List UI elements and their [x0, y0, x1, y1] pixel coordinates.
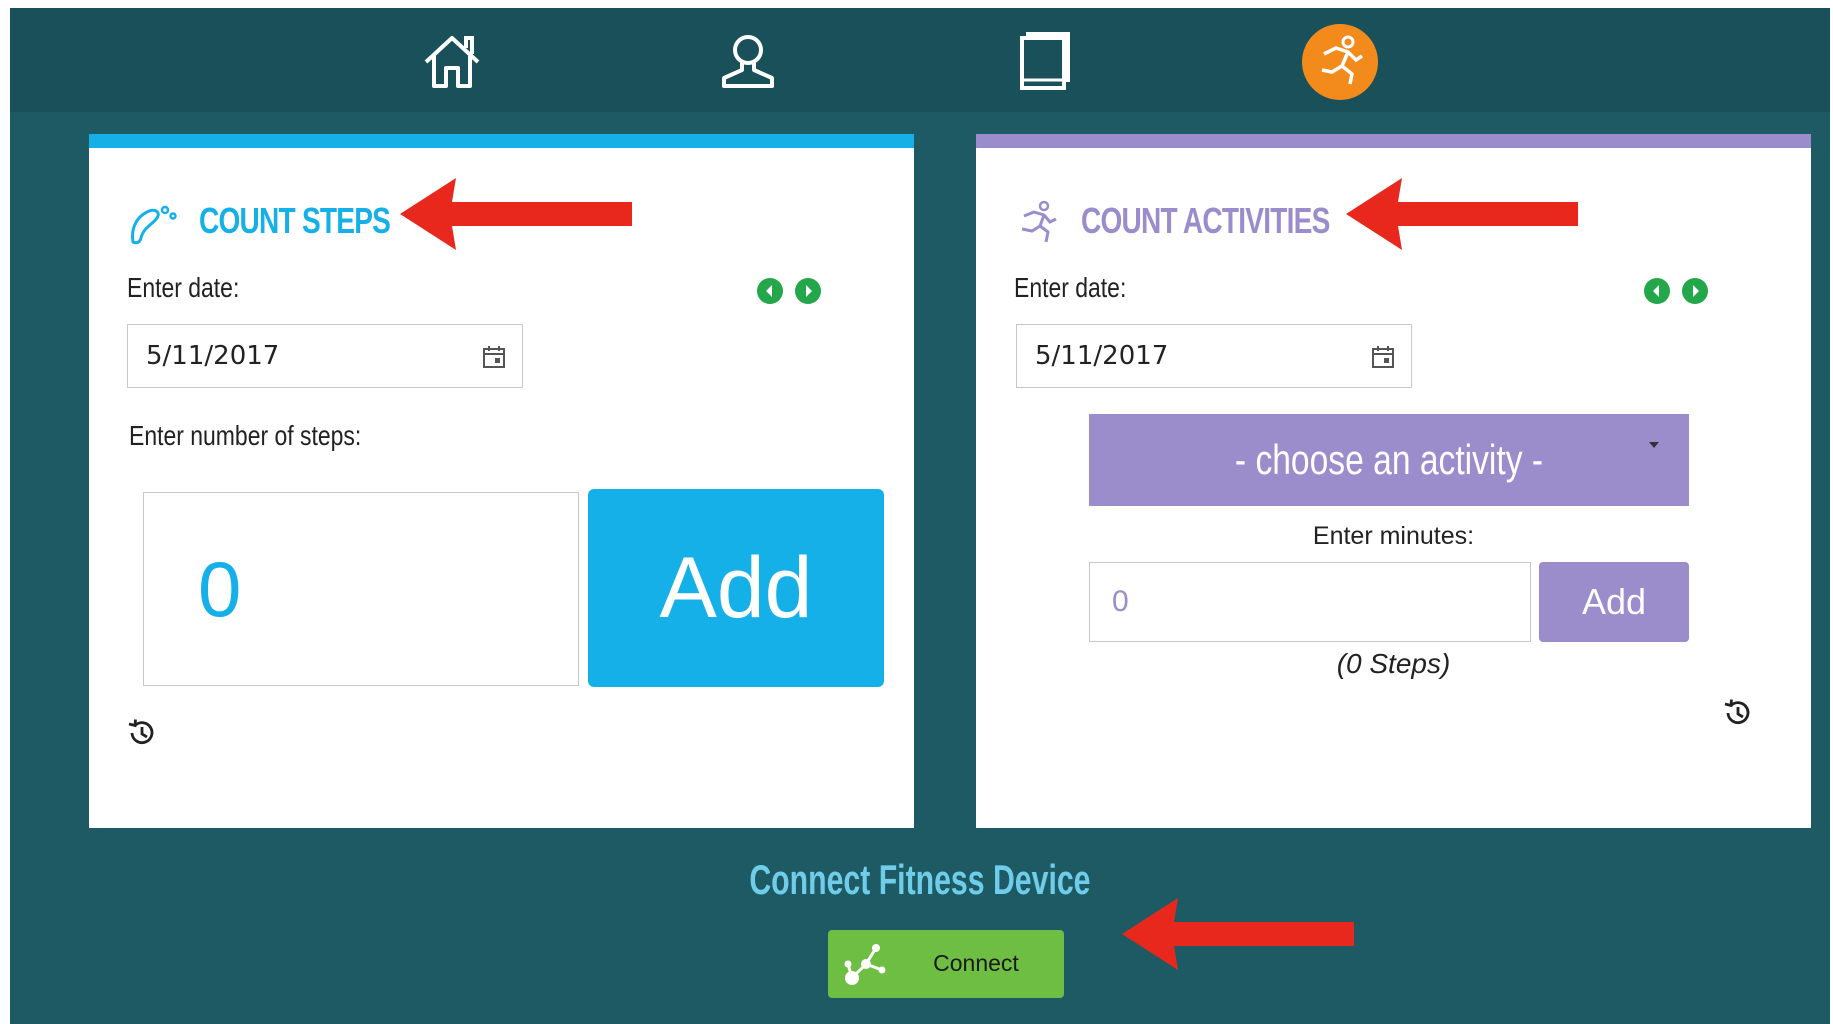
card-title: COUNT STEPS: [199, 200, 391, 241]
date-input[interactable]: [127, 324, 523, 388]
activity-select[interactable]: - choose an activity -: [1089, 414, 1689, 506]
connect-fitness-title-text: Connect Fitness Device: [749, 856, 1091, 903]
runner-icon: [1021, 200, 1057, 243]
footprint-icon: [131, 205, 177, 245]
home-icon: [424, 36, 480, 88]
add-activity-button[interactable]: Add: [1539, 562, 1689, 642]
history-icon[interactable]: [125, 716, 159, 750]
connect-button-label: Connect: [933, 950, 1019, 976]
steps-label: Enter number of steps:: [129, 420, 362, 451]
arrow-left-icon: [1653, 285, 1659, 297]
top-navigation: [10, 8, 1830, 112]
calendar-icon[interactable]: [481, 344, 507, 370]
date-label: Enter date:: [127, 272, 240, 303]
arrow-right-icon: [806, 285, 812, 297]
user-icon: [722, 35, 774, 88]
steps-equivalent-note: (0 Steps): [1336, 648, 1451, 679]
app-window: COUNT STEPS Enter date: Enter number of …: [10, 8, 1830, 1024]
date-input[interactable]: [1016, 324, 1412, 388]
activity-select-value: - choose an activity -: [1234, 436, 1544, 483]
add-steps-button[interactable]: Add: [588, 489, 884, 687]
nav-profile-button[interactable]: [708, 22, 788, 102]
connect-button[interactable]: Connect: [828, 930, 1064, 998]
steps-input[interactable]: [143, 492, 579, 686]
network-icon: [844, 944, 886, 985]
arrow-right-icon: [1693, 285, 1699, 297]
previous-day-button[interactable]: [757, 278, 783, 304]
date-nav-arrows: [757, 278, 821, 308]
minutes-label: Enter minutes:: [1312, 522, 1475, 550]
nav-activity-button[interactable]: [1300, 22, 1380, 102]
annotation-arrow-icon: [400, 178, 632, 250]
chevron-down-icon: [1649, 442, 1659, 448]
previous-day-button[interactable]: [1644, 278, 1670, 304]
connect-fitness-title: Connect Fitness Device: [10, 856, 1830, 904]
arrow-left-icon: [766, 285, 772, 297]
book-icon: [1020, 32, 1070, 90]
date-label: Enter date:: [1014, 272, 1127, 303]
runner-icon: [1321, 35, 1363, 85]
next-day-button[interactable]: [795, 278, 821, 304]
minutes-input[interactable]: [1089, 562, 1531, 642]
card-title: COUNT ACTIVITIES: [1081, 200, 1330, 241]
next-day-button[interactable]: [1682, 278, 1708, 304]
date-nav-arrows: [1644, 278, 1708, 308]
nav-journal-button[interactable]: [1004, 22, 1084, 102]
calendar-icon[interactable]: [1370, 344, 1396, 370]
annotation-arrow-icon: [1122, 898, 1354, 970]
history-icon[interactable]: [1721, 696, 1755, 730]
annotation-arrow-icon: [1346, 178, 1578, 250]
nav-home-button[interactable]: [412, 22, 492, 102]
